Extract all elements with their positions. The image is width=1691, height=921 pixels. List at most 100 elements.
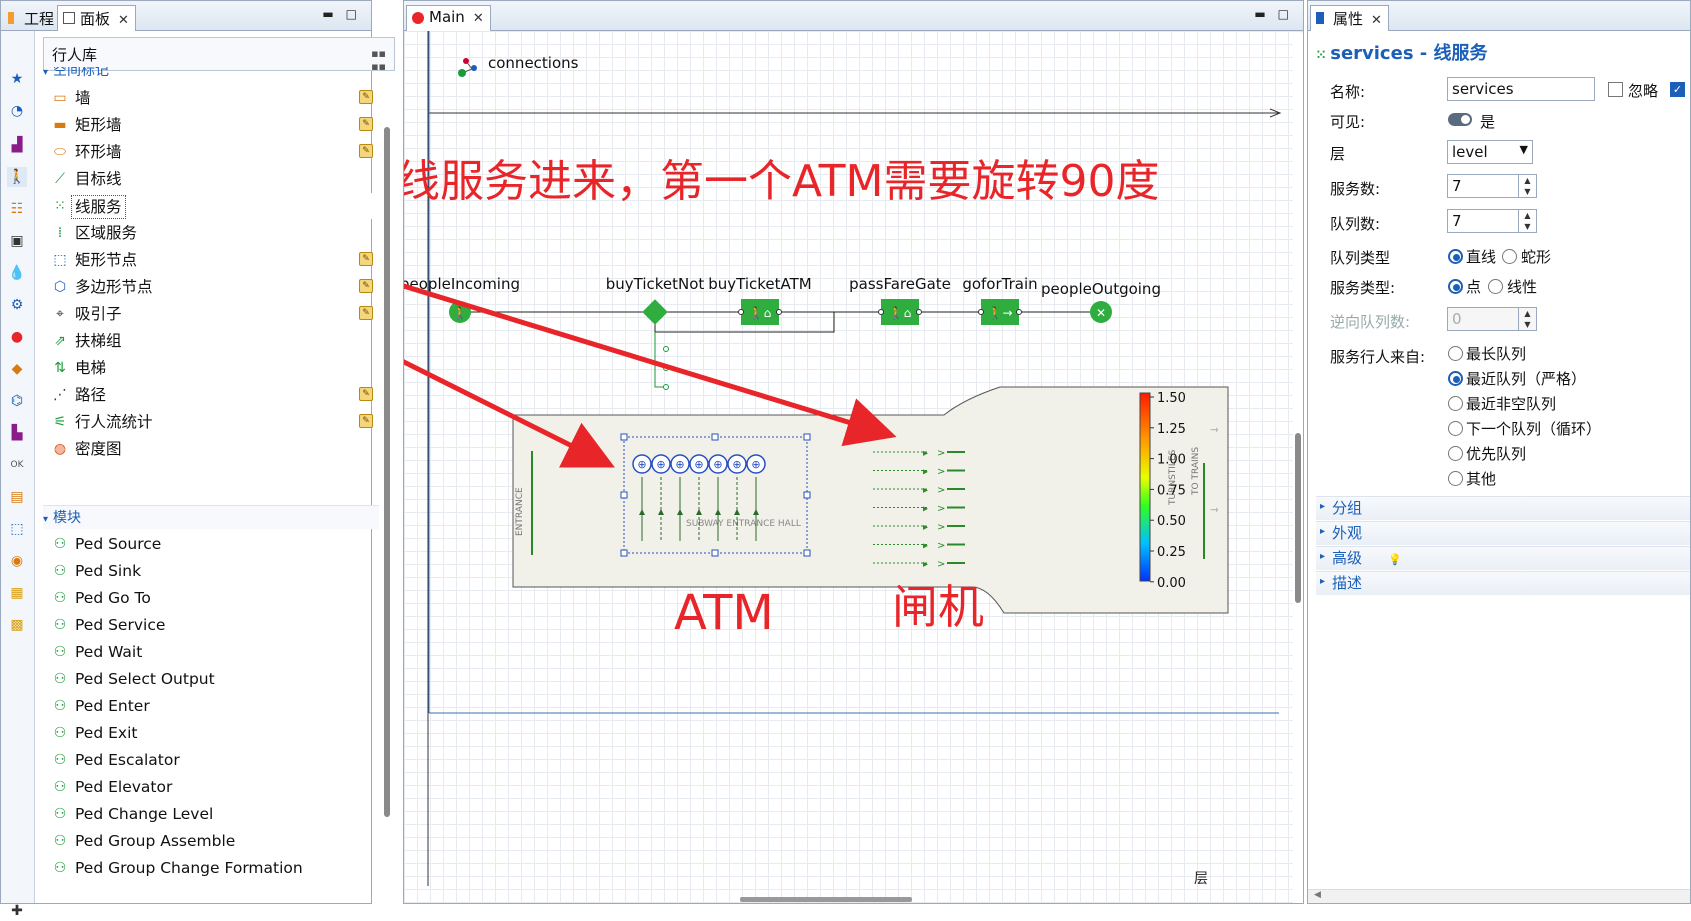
process-icon[interactable]: ⚙ xyxy=(7,295,27,315)
close-icon[interactable]: ✕ xyxy=(1371,13,1382,28)
visible-toggle[interactable] xyxy=(1448,113,1472,126)
fluid-icon[interactable]: 💧 xyxy=(7,263,27,283)
ped-select-output-block-icon[interactable] xyxy=(642,299,668,325)
rail-icon[interactable]: ☷ xyxy=(7,199,27,219)
edit-icon[interactable]: ✎ xyxy=(359,144,373,158)
palette-item[interactable]: ◍ 密度图 xyxy=(47,436,373,462)
palette-item[interactable]: ⌖ 吸引子 ✎ xyxy=(47,301,373,327)
minimize-maximize-buttons[interactable]: ▬□ xyxy=(1254,7,1301,21)
agent-icon[interactable]: ● xyxy=(7,327,27,347)
palette-item[interactable]: ⁞ 区域服务 xyxy=(47,220,373,246)
serve-from-radio[interactable] xyxy=(1448,346,1463,361)
palette-block[interactable]: ⚇ Ped Enter xyxy=(47,693,373,719)
close-icon[interactable]: ✕ xyxy=(118,13,129,28)
palette-block[interactable]: ⚇ Ped Go To xyxy=(47,585,373,611)
ignore-checkbox[interactable] xyxy=(1608,82,1623,97)
palette-item[interactable]: ⇅ 电梯 xyxy=(47,355,373,381)
tab-properties[interactable]: 属性 ✕ xyxy=(1310,5,1389,31)
palette-item[interactable]: ⟋ 目标线 xyxy=(47,166,373,192)
section-space-markup[interactable]: ▾ 空间标记 xyxy=(43,67,379,83)
section-blocks[interactable]: ▾ 模块 xyxy=(43,505,379,529)
library-icon[interactable]: ▩ xyxy=(7,615,27,635)
editor-scrollbar[interactable] xyxy=(1293,33,1303,903)
selection-handle[interactable] xyxy=(620,433,628,441)
controls-icon[interactable]: OK xyxy=(7,455,27,475)
extra-checkbox[interactable]: ✓ xyxy=(1670,82,1685,97)
name-field[interactable]: services xyxy=(1447,77,1595,101)
entrance-hall-area[interactable] xyxy=(512,386,1229,614)
edit-icon[interactable]: ✎ xyxy=(359,90,373,104)
palette-block[interactable]: ⚇ Ped Group Assemble xyxy=(47,828,373,854)
property-section[interactable]: ▸ 高级 💡 xyxy=(1316,546,1690,570)
palette-item[interactable]: ⬭ 环形墙 ✎ xyxy=(47,139,373,165)
edit-icon[interactable]: ✎ xyxy=(359,279,373,293)
queue-count-stepper[interactable]: 7 ▲ ▼ xyxy=(1447,209,1537,233)
tab-main[interactable]: Main ✕ xyxy=(406,5,491,31)
tab-project[interactable]: 工程 xyxy=(1,5,61,31)
serve-from-radio[interactable] xyxy=(1448,396,1463,411)
service-count-stepper[interactable]: 7 ▲ ▼ xyxy=(1447,174,1537,198)
minimize-maximize-buttons[interactable]: ▬□ xyxy=(322,7,369,21)
chart-icon[interactable]: ▟ xyxy=(7,135,27,155)
selection-handle[interactable] xyxy=(711,549,719,557)
palette-scrollbar[interactable] xyxy=(382,73,392,903)
serve-from-radio[interactable] xyxy=(1448,371,1463,386)
stepper-arrows[interactable]: ▲ ▼ xyxy=(1518,210,1536,232)
serve-from-radio[interactable] xyxy=(1448,471,1463,486)
selection-handle[interactable] xyxy=(711,433,719,441)
palette-block[interactable]: ⚇ Ped Change Level xyxy=(47,801,373,827)
edit-icon[interactable]: ✎ xyxy=(359,252,373,266)
palette-item[interactable]: ⇗ 扶梯组 xyxy=(47,328,373,354)
edit-icon[interactable]: ✎ xyxy=(359,306,373,320)
property-section[interactable]: ▸ 外观 xyxy=(1316,521,1690,545)
stepper-arrows[interactable]: ▲ ▼ xyxy=(1518,175,1536,197)
statechart-icon[interactable]: ◔ xyxy=(7,101,27,121)
edit-icon[interactable]: ✎ xyxy=(359,387,373,401)
pedestrian-icon[interactable]: 🚶 xyxy=(7,167,27,187)
connectivity-icon[interactable]: ⌬ xyxy=(7,391,27,411)
marker-icon[interactable]: ◉ xyxy=(7,551,27,571)
presentation-icon[interactable]: ◆ xyxy=(7,359,27,379)
queue-type-snake-radio[interactable] xyxy=(1502,249,1517,264)
serve-from-radio[interactable] xyxy=(1448,421,1463,436)
star-icon[interactable]: ★ xyxy=(7,69,27,89)
selection-handle[interactable] xyxy=(803,549,811,557)
palette-item[interactable]: ⋰ 路径 ✎ xyxy=(47,382,373,408)
service-type-linear-radio[interactable] xyxy=(1488,279,1503,294)
scrollbar-thumb[interactable] xyxy=(1295,433,1301,603)
palette-item[interactable]: ▭ 墙 ✎ xyxy=(47,85,373,111)
service-type-point-radio[interactable] xyxy=(1448,279,1463,294)
car-icon[interactable]: ▣ xyxy=(7,231,27,251)
palette-block[interactable]: ⚇ Ped Source xyxy=(47,531,373,557)
serve-from-radio[interactable] xyxy=(1448,446,1463,461)
tab-palette[interactable]: 面板 ✕ xyxy=(57,5,136,31)
3d-objects-icon[interactable]: ⬚ xyxy=(7,519,27,539)
palette-item[interactable]: ⬡ 多边形节点 ✎ xyxy=(47,274,373,300)
palette-block[interactable]: ⚇ Ped Exit xyxy=(47,720,373,746)
add-icon[interactable]: ✚ xyxy=(7,901,27,921)
edit-icon[interactable]: ✎ xyxy=(359,414,373,428)
library-header[interactable]: 行人库 ▪▪ ▪▪ xyxy=(43,37,395,73)
property-section[interactable]: ▸ 描述 xyxy=(1316,571,1690,595)
h-scroll-thumb[interactable] xyxy=(740,897,912,902)
selection-handle[interactable] xyxy=(620,491,628,499)
palette-block[interactable]: ⚇ Ped Escalator xyxy=(47,747,373,773)
selection-handle[interactable] xyxy=(803,433,811,441)
layer-select[interactable]: level ▼ xyxy=(1447,140,1533,164)
selection-handle[interactable] xyxy=(803,491,811,499)
canvas[interactable]: connections ENTRANCE SUBWAY ENTRANCE HAL… xyxy=(404,31,1303,903)
property-section[interactable]: ▸ 分组 xyxy=(1316,496,1690,520)
palette-block[interactable]: ⚇ Ped Sink xyxy=(47,558,373,584)
palette-item[interactable]: ▬ 矩形墙 ✎ xyxy=(47,112,373,138)
palette-item[interactable]: ⬚ 矩形节点 ✎ xyxy=(47,247,373,273)
palette-block[interactable]: ⚇ Ped Elevator xyxy=(47,774,373,800)
palette-block[interactable]: ⚇ Ped Wait xyxy=(47,639,373,665)
scrollbar-thumb[interactable] xyxy=(384,127,390,817)
properties-hscroll[interactable]: ◀ xyxy=(1308,889,1690,903)
edit-icon[interactable]: ✎ xyxy=(359,117,373,131)
close-icon[interactable]: ✕ xyxy=(473,11,484,26)
queue-type-straight-radio[interactable] xyxy=(1448,249,1463,264)
palette-item[interactable]: ⁙ 线服务 xyxy=(47,193,373,219)
scroll-left-icon[interactable]: ◀ xyxy=(1314,890,1321,900)
pictures-icon[interactable]: ▤ xyxy=(7,487,27,507)
